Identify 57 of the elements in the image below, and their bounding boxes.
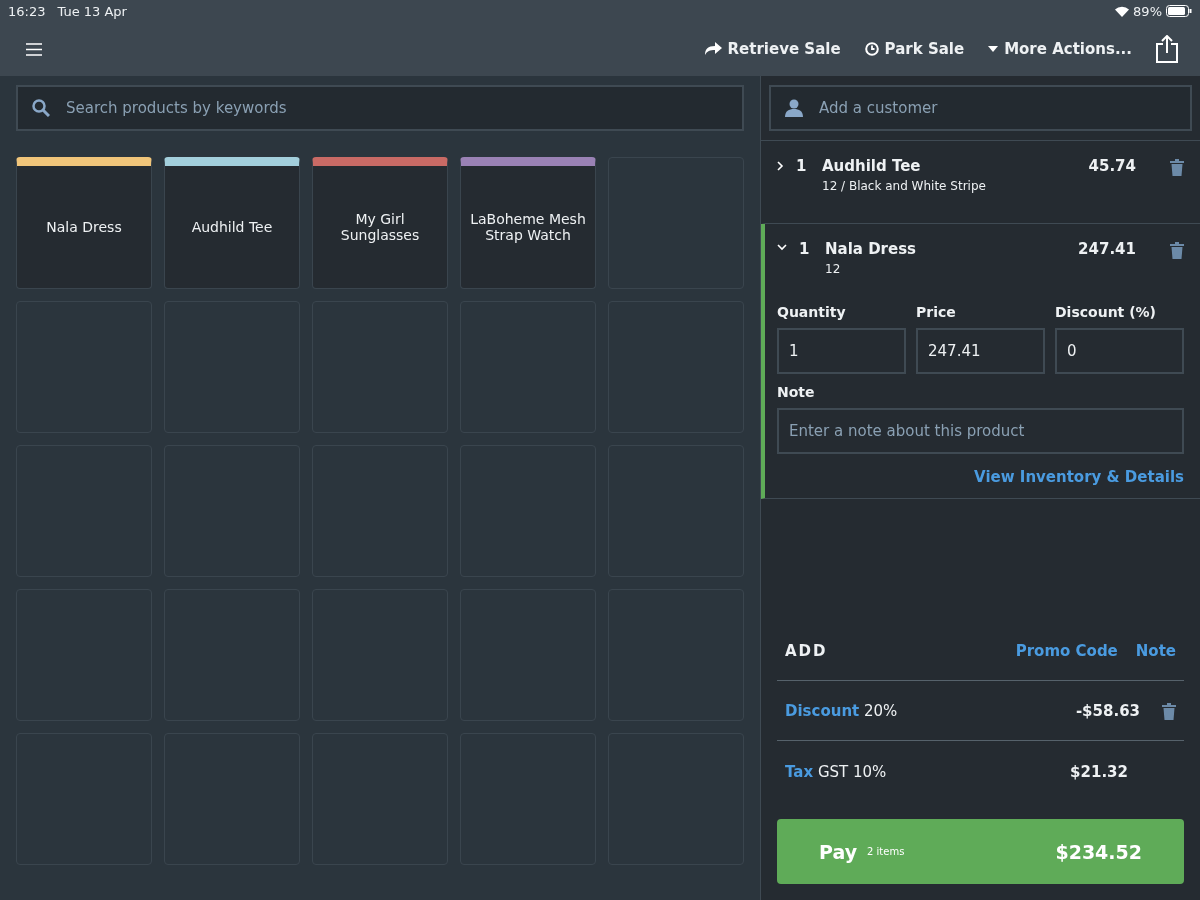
status-time: 16:23 (8, 3, 46, 19)
note-field[interactable]: Enter a note about this product (777, 408, 1184, 454)
field-label: Discount (%) (1055, 304, 1157, 320)
delete-button[interactable] (1170, 157, 1184, 176)
chevron-right-icon (777, 161, 784, 171)
toolbar-action[interactable]: Park Sale (864, 40, 965, 58)
adjustment-amount: -$58.63 (1075, 701, 1140, 720)
input-field[interactable]: 247.41 (916, 328, 1045, 374)
menu-icon (26, 42, 42, 56)
person-icon (785, 99, 803, 117)
search-icon (32, 99, 50, 117)
trash-icon (1170, 159, 1184, 176)
share-button[interactable] (1156, 35, 1178, 63)
field-label: Quantity (777, 304, 847, 320)
status-date: Tue 13 Apr (57, 3, 127, 19)
wifi-icon (1115, 5, 1130, 17)
menu-button[interactable] (26, 42, 42, 56)
field-label: Note (777, 384, 816, 400)
field-label: Price (916, 304, 957, 320)
adjustment-link[interactable]: Discount (785, 701, 860, 720)
trash-icon (1170, 242, 1184, 259)
product-tile[interactable]: Nala Dress (16, 157, 152, 289)
toolbar-action[interactable]: More Actions... (988, 40, 1132, 58)
product-tile[interactable]: LaBoheme Mesh Strap Watch (460, 157, 596, 289)
add-link[interactable]: Promo Code (1015, 642, 1118, 660)
inventory-link[interactable]: View Inventory & Details (974, 468, 1184, 486)
caret-icon (988, 46, 999, 52)
item-name: Nala Dress (825, 240, 918, 258)
share-icon (1156, 35, 1178, 63)
adjustment-label: Tax GST 10% (785, 763, 888, 781)
item-price: 45.74 (1088, 157, 1136, 175)
item-variant: 12 / Black and White Stripe (822, 179, 987, 193)
chevron-down-icon (777, 244, 787, 251)
customer-field[interactable]: Add a customer (769, 85, 1192, 131)
adjustment-amount: $21.32 (1070, 763, 1128, 781)
delete-button[interactable] (1162, 701, 1176, 720)
toolbar-action[interactable]: Retrieve Sale (704, 40, 841, 58)
item-quantity: 1 (796, 157, 808, 175)
input-field[interactable]: 1 (777, 328, 906, 374)
item-name: Audhild Tee (822, 157, 922, 175)
delete-button[interactable] (1170, 240, 1184, 259)
item-price: 247.41 (1078, 240, 1136, 258)
add-link[interactable]: Note (1135, 642, 1176, 660)
search-field[interactable]: Search products by keywords (16, 85, 744, 131)
product-tile[interactable]: My Girl Sunglasses (312, 157, 448, 289)
forward-arrow-icon (704, 42, 722, 56)
item-variant: 12 (825, 262, 842, 276)
adjustment-label: Discount 20% (785, 701, 899, 720)
clock-icon (864, 42, 879, 56)
product-tile[interactable]: Audhild Tee (164, 157, 300, 289)
battery-percent: 89% (1133, 3, 1162, 19)
add-heading: ADD (785, 642, 829, 660)
item-quantity: 1 (799, 240, 811, 258)
adjustment-link[interactable]: Tax (785, 763, 814, 781)
trash-icon (1162, 703, 1176, 720)
input-field[interactable]: 0 (1055, 328, 1184, 374)
battery-icon (1166, 5, 1192, 17)
